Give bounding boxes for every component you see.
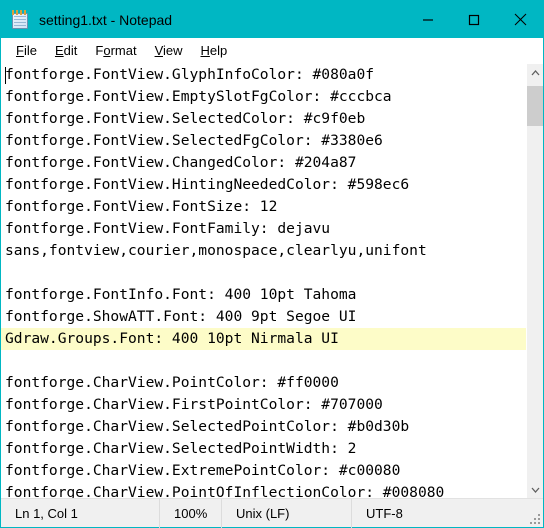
menu-accel-file: F <box>16 43 24 58</box>
menu-accel-edit: E <box>54 43 64 58</box>
text-line: Gdraw.Groups.Font: 400 10pt Nirmala UI <box>1 328 526 350</box>
menu-item-help[interactable]: Help <box>192 41 237 60</box>
menu-label-file: ile <box>23 43 37 58</box>
menu-label-format: rmat <box>110 43 137 58</box>
maximize-button[interactable] <box>451 1 497 38</box>
maximize-icon <box>468 14 480 25</box>
text-line: fontforge.FontInfo.Font: 400 10pt Tahoma <box>5 286 357 303</box>
menu-label-edit: dit <box>63 43 78 58</box>
editor-area: fontforge.FontView.GlyphInfoColor: #080a… <box>1 63 543 498</box>
title-bar[interactable]: setting1.txt - Notepad <box>1 1 543 38</box>
text-line: fontforge.CharView.PointColor: #ff0000 <box>5 374 339 391</box>
text-line: fontforge.CharView.SelectedPointColor: #… <box>5 418 410 435</box>
text-line: fontforge.ShowATT.Font: 400 9pt Segoe UI <box>5 308 357 325</box>
text-line: fontforge.FontView.FontSize: 12 <box>5 198 278 215</box>
menu-label-help: elp <box>209 43 228 58</box>
scroll-down-button[interactable] <box>527 481 543 498</box>
vertical-scrollbar[interactable] <box>526 64 543 498</box>
resize-grip-icon[interactable] <box>528 512 540 524</box>
scroll-up-button[interactable] <box>527 64 543 81</box>
status-bar: Ln 1, Col 1 100% Unix (LF) UTF-8 <box>1 498 543 528</box>
scroll-up-icon <box>531 69 540 75</box>
menu-accel-help: H <box>200 43 210 58</box>
text-line: fontforge.FontView.SelectedColor: #c9f0e… <box>5 110 366 127</box>
scroll-down-icon <box>531 487 540 493</box>
status-line-ending[interactable]: Unix (LF) <box>221 498 351 528</box>
scrollbar-thumb[interactable] <box>527 86 543 126</box>
menu-bar: File Edit Format View Help <box>1 38 543 63</box>
notepad-icon <box>11 10 29 29</box>
text-line: fontforge.CharView.SelectedPointWidth: 2 <box>5 440 357 457</box>
minimize-icon <box>423 18 433 21</box>
menu-item-edit[interactable]: Edit <box>46 41 86 60</box>
status-encoding[interactable]: UTF-8 <box>351 498 471 528</box>
window-title: setting1.txt - Notepad <box>39 11 173 28</box>
text-line: fontforge.FontView.EmptySlotFgColor: #cc… <box>5 88 392 105</box>
text-editor[interactable]: fontforge.FontView.GlyphInfoColor: #080a… <box>1 64 526 498</box>
status-position: Ln 1, Col 1 <box>15 505 78 521</box>
text-line <box>1 350 526 372</box>
text-line: fontforge.FontView.HintingNeededColor: #… <box>5 176 410 193</box>
close-icon <box>514 13 526 26</box>
menu-label-view: iew <box>163 43 183 58</box>
text-line: fontforge.FontView.GlyphInfoColor: #080a… <box>5 66 375 83</box>
status-zoom[interactable]: 100% <box>159 498 221 528</box>
text-line: fontforge.CharView.FirstPointColor: #707… <box>5 396 383 413</box>
notepad-window: setting1.txt - Notepad File Edit Format … <box>0 0 544 528</box>
menu-item-view[interactable]: View <box>146 41 192 60</box>
menu-item-format[interactable]: Format <box>86 41 145 60</box>
menu-accel-view: V <box>154 43 163 58</box>
minimize-button[interactable] <box>405 1 451 38</box>
text-line: fontforge.FontView.ChangedColor: #204a87 <box>5 154 357 171</box>
text-line: fontforge.CharView.PointOfInflectionColo… <box>5 484 445 498</box>
text-line: fontforge.CharView.ExtremePointColor: #c… <box>5 462 401 479</box>
menu-item-file[interactable]: File <box>7 41 46 60</box>
text-line: sans,fontview,courier,monospace,clearlyu… <box>5 242 427 259</box>
text-line: fontforge.FontView.FontFamily: dejavu <box>5 220 331 237</box>
text-line: fontforge.FontView.SelectedFgColor: #338… <box>5 132 383 149</box>
menu-accel-format: o <box>103 43 111 58</box>
close-button[interactable] <box>497 1 543 38</box>
text-caret <box>5 67 6 84</box>
text-line <box>1 262 526 284</box>
